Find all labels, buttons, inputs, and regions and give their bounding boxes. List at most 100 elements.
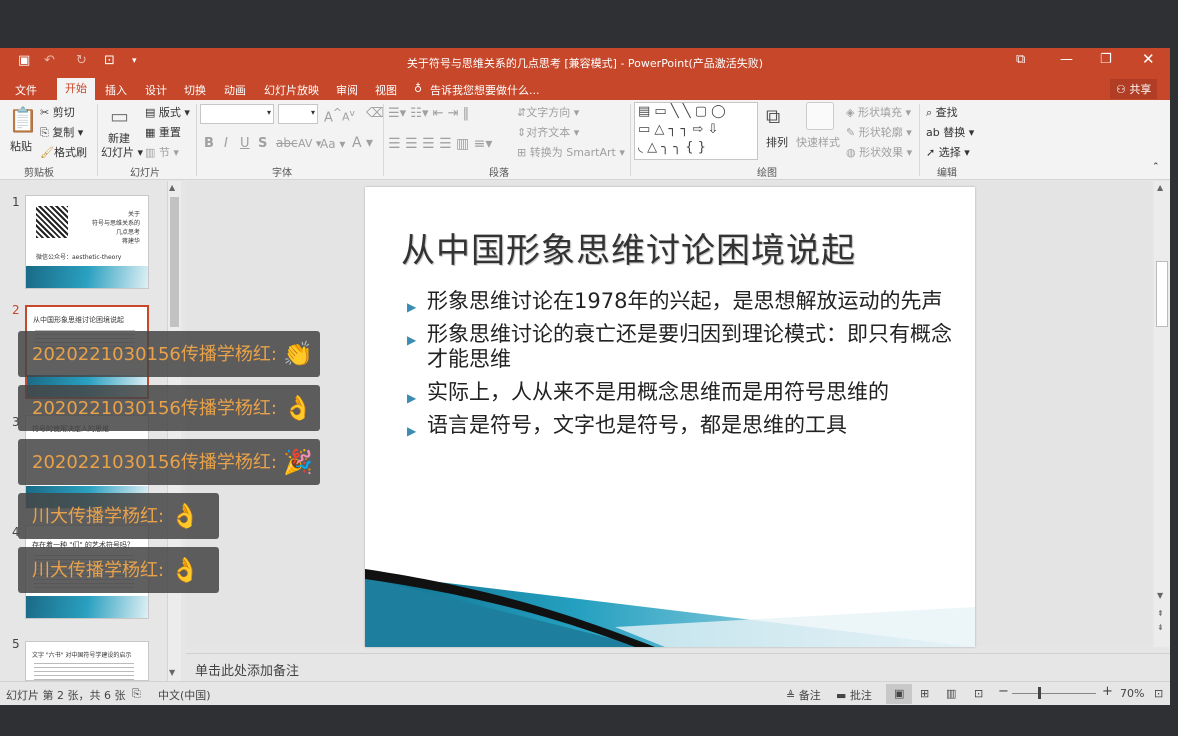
zoom-in-button[interactable]: +: [1102, 684, 1113, 699]
font-color-button[interactable]: A ▾: [352, 135, 373, 151]
smartart-button[interactable]: ⊞ 转换为 SmartArt ▾: [517, 144, 625, 160]
drawing-group-label: 绘图: [757, 168, 777, 179]
paste-icon[interactable]: 📋: [8, 106, 38, 134]
slide-title[interactable]: 从中国形象思维讨论困境说起: [401, 223, 856, 272]
tab-design[interactable]: 设计: [145, 80, 167, 100]
normal-view-button[interactable]: ▣: [886, 684, 912, 704]
tab-review[interactable]: 审阅: [336, 80, 358, 100]
zoom-out-button[interactable]: −: [998, 684, 1009, 699]
italic-button[interactable]: I: [224, 136, 228, 151]
strikethrough-button[interactable]: abc: [276, 136, 298, 150]
new-slide-icon[interactable]: ▭: [110, 104, 129, 128]
collapse-ribbon-icon[interactable]: ⌃: [1152, 162, 1160, 172]
previous-slide-icon[interactable]: ⇞: [1157, 609, 1164, 618]
scroll-thumb[interactable]: [1156, 261, 1168, 327]
slide-sorter-icon[interactable]: ⊞: [920, 687, 929, 700]
zoom-level[interactable]: 70%: [1120, 687, 1144, 700]
next-slide-icon[interactable]: ⇟: [1157, 623, 1164, 632]
replace-button[interactable]: ab 替换 ▾: [926, 124, 974, 140]
close-icon[interactable]: ✕: [1142, 50, 1155, 68]
tab-home[interactable]: 开始: [57, 78, 95, 100]
minimize-icon[interactable]: —: [1060, 52, 1073, 67]
slide-bullet-list[interactable]: ▶ 形象思维讨论在1978年的兴起，是思想解放运动的先声 ▶ 形象思维讨论的衰亡还是…: [407, 289, 967, 446]
cut-button[interactable]: ✂ 剪切: [40, 104, 75, 120]
layout-button[interactable]: ▤ 版式 ▾: [145, 104, 190, 120]
thumbnail-slide-5[interactable]: 文字 "六书" 对中国符号学建设的启示: [25, 641, 149, 681]
heart-hand-emoji-icon: 👌: [170, 502, 200, 530]
tab-view[interactable]: 视图: [375, 80, 397, 100]
share-button[interactable]: ⚇ 共享: [1110, 79, 1158, 99]
current-slide[interactable]: 从中国形象思维讨论困境说起 ▶ 形象思维讨论在1978年的兴起，是思想解放运动的先…: [365, 187, 975, 647]
scroll-up-icon[interactable]: ▲: [169, 183, 175, 192]
shape-outline-button[interactable]: ✎ 形状轮廓 ▾: [846, 124, 912, 140]
layout-icon: ▤: [145, 106, 156, 119]
align-text-label: 对齐文本: [526, 126, 571, 139]
bullet-text: 形象思维讨论在1978年的兴起，是思想解放运动的先声: [427, 289, 943, 313]
char-spacing-button[interactable]: AV ▾: [298, 137, 321, 150]
new-slide-label-2[interactable]: 幻灯片 ▾: [101, 144, 143, 160]
bullets-button[interactable]: ☰▾ ☷▾ ⇤ ⇥ ‖: [388, 106, 469, 121]
shapes-gallery[interactable]: ▤ ▭ ╲ ╲ ▢ ◯ ▭ △ ┐ ┐ ⇨ ⇩ ◟ △ ╮ ╮ { }: [634, 102, 758, 160]
align-text-button[interactable]: ⇕对齐文本 ▾: [517, 124, 579, 140]
tab-insert[interactable]: 插入: [105, 80, 127, 100]
danmaku-text: 2020221030156传播学杨红:: [32, 344, 277, 365]
clear-format-icon[interactable]: ⌫: [366, 106, 384, 121]
paste-button[interactable]: 粘贴: [10, 138, 32, 154]
text-direction-icon: ⇵: [517, 106, 527, 119]
arrange-icon[interactable]: ⧉: [766, 104, 780, 128]
shape-effects-button[interactable]: ◍ 形状效果 ▾: [846, 144, 912, 160]
tell-me-box[interactable]: 告诉我您想要做什么...: [430, 80, 540, 100]
bold-button[interactable]: B: [204, 136, 214, 151]
comments-toggle-label: 批注: [849, 689, 872, 702]
section-button[interactable]: ▥ 节 ▾: [145, 144, 179, 160]
reset-button[interactable]: ▦ 重置: [145, 124, 181, 140]
effects-icon: ◍: [846, 146, 856, 159]
text-direction-button[interactable]: ⇵文字方向 ▾: [517, 104, 579, 120]
canvas-scrollbar[interactable]: ▲ ▼ ⇞ ⇟: [1154, 181, 1170, 647]
group-divider: [97, 104, 98, 176]
danmaku-comment: 2020221030156传播学杨红: 👌: [18, 385, 320, 431]
shrink-font-button[interactable]: Av: [342, 108, 355, 124]
heart-hand-emoji-icon: 👌: [170, 556, 200, 584]
align-buttons[interactable]: ☰ ☰ ☰ ☰ ▥ ≡▾: [388, 136, 492, 152]
slide-counter: 幻灯片 第 2 张，共 6 张: [6, 689, 126, 702]
notes-toggle[interactable]: ≜ 备注: [786, 687, 821, 703]
scroll-up-icon[interactable]: ▲: [1157, 183, 1163, 192]
font-name-select[interactable]: ▾: [200, 104, 274, 124]
tab-transitions[interactable]: 切换: [184, 80, 206, 100]
quick-styles-icon[interactable]: [806, 102, 834, 130]
format-painter-button[interactable]: 🖌格式刷: [40, 144, 87, 160]
scroll-down-icon[interactable]: ▼: [169, 668, 175, 677]
clap-emoji-icon: 👏: [282, 340, 313, 368]
zoom-slider-track[interactable]: [1012, 693, 1096, 694]
tab-animations[interactable]: 动画: [224, 80, 246, 100]
notes-pane[interactable]: 单击此处添加备注: [186, 653, 1170, 681]
comments-toggle[interactable]: ▬ 批注: [836, 687, 872, 703]
tab-file[interactable]: 文件: [15, 80, 37, 100]
spellcheck-icon[interactable]: ⎘: [132, 687, 141, 701]
copy-button[interactable]: ⎘ 复制 ▾: [40, 124, 83, 140]
underline-button[interactable]: U: [240, 136, 250, 151]
find-button[interactable]: ⌕ 查找: [926, 104, 958, 120]
reading-view-icon[interactable]: ▥: [946, 687, 956, 700]
font-size-select[interactable]: ▾: [278, 104, 318, 124]
restore-icon[interactable]: ❐: [1100, 52, 1112, 67]
scroll-thumb[interactable]: [170, 197, 179, 327]
fit-slide-icon[interactable]: ⊡: [1154, 687, 1163, 700]
arrange-button[interactable]: 排列: [766, 134, 788, 150]
language-indicator[interactable]: 中文(中国): [158, 687, 211, 703]
tab-slideshow[interactable]: 幻灯片放映: [264, 80, 319, 100]
select-button[interactable]: ➚ 选择 ▾: [926, 144, 970, 160]
quick-styles-button[interactable]: 快速样式: [796, 134, 840, 150]
bullet-arrow-icon: ▶: [407, 300, 417, 314]
thumbnail-slide-1[interactable]: 关于 符号与思维关系的 几点思考 蒋建华 微信公众号：aesthetic-the…: [25, 195, 149, 289]
slideshow-view-icon[interactable]: ⊡: [974, 687, 983, 700]
shadow-button[interactable]: S: [258, 136, 267, 151]
ribbon-display-icon[interactable]: ⧉: [1016, 52, 1025, 67]
grow-font-button[interactable]: A^: [324, 106, 342, 125]
zoom-slider-thumb[interactable]: [1038, 687, 1041, 699]
change-case-button[interactable]: Aa ▾: [320, 137, 345, 151]
scroll-down-icon[interactable]: ▼: [1157, 591, 1163, 600]
danmaku-comment: 川大传播学杨红: 👌: [18, 547, 219, 593]
shape-fill-button[interactable]: ◈ 形状填充 ▾: [846, 104, 911, 120]
